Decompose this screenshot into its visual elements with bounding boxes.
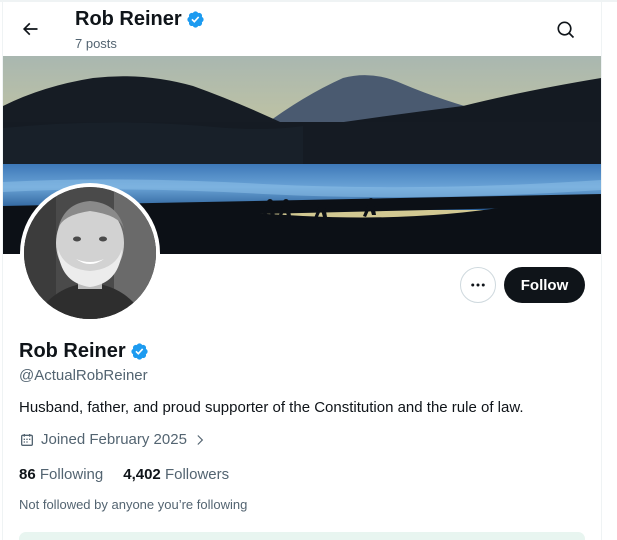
avatar-photo — [24, 187, 156, 319]
verified-badge-icon — [187, 11, 204, 28]
follow-button[interactable]: Follow — [504, 267, 585, 303]
following-label: Following — [39, 466, 104, 483]
followers-link[interactable]: 4,402 Followers — [123, 466, 229, 483]
calendar-icon — [19, 432, 35, 448]
profile-name: Rob Reiner — [19, 340, 149, 363]
right-divider — [601, 0, 602, 540]
following-count: 86 — [19, 466, 36, 483]
follow-stats: 86 Following 4,402 Followers — [19, 466, 229, 483]
chevron-right-icon — [193, 433, 207, 447]
search-icon — [557, 21, 575, 39]
profile-page: Rob Reiner 7 posts Follow Rob Reiner @Ac… — [0, 0, 617, 540]
verified-badge-icon[interactable] — [130, 342, 149, 361]
followers-count: 4,402 — [123, 466, 161, 483]
profile-name-text: Rob Reiner — [19, 340, 126, 362]
header-title: Rob Reiner — [75, 8, 205, 31]
avatar-image — [24, 187, 156, 319]
followers-label: Followers — [164, 466, 230, 483]
profile-header: Rob Reiner 7 posts — [3, 2, 601, 56]
joined-text: Joined February 2025 — [41, 431, 187, 448]
search-button[interactable] — [554, 18, 578, 42]
following-link[interactable]: 86 Following — [19, 466, 103, 483]
avatar[interactable] — [20, 183, 160, 323]
more-horizontal-icon — [471, 283, 485, 287]
post-count: 7 posts — [75, 36, 117, 51]
profile-handle: @ActualRobReiner — [19, 367, 148, 384]
profile-bio: Husband, father, and proud supporter of … — [19, 399, 524, 416]
back-button[interactable] — [17, 16, 43, 42]
more-options-button[interactable] — [460, 267, 496, 303]
info-banner-edge — [19, 532, 585, 540]
arrow-left-icon — [22, 22, 38, 36]
mutual-followers-note: Not followed by anyone you’re following — [19, 497, 248, 512]
header-name: Rob Reiner — [75, 8, 182, 30]
joined-date[interactable]: Joined February 2025 — [19, 431, 207, 448]
